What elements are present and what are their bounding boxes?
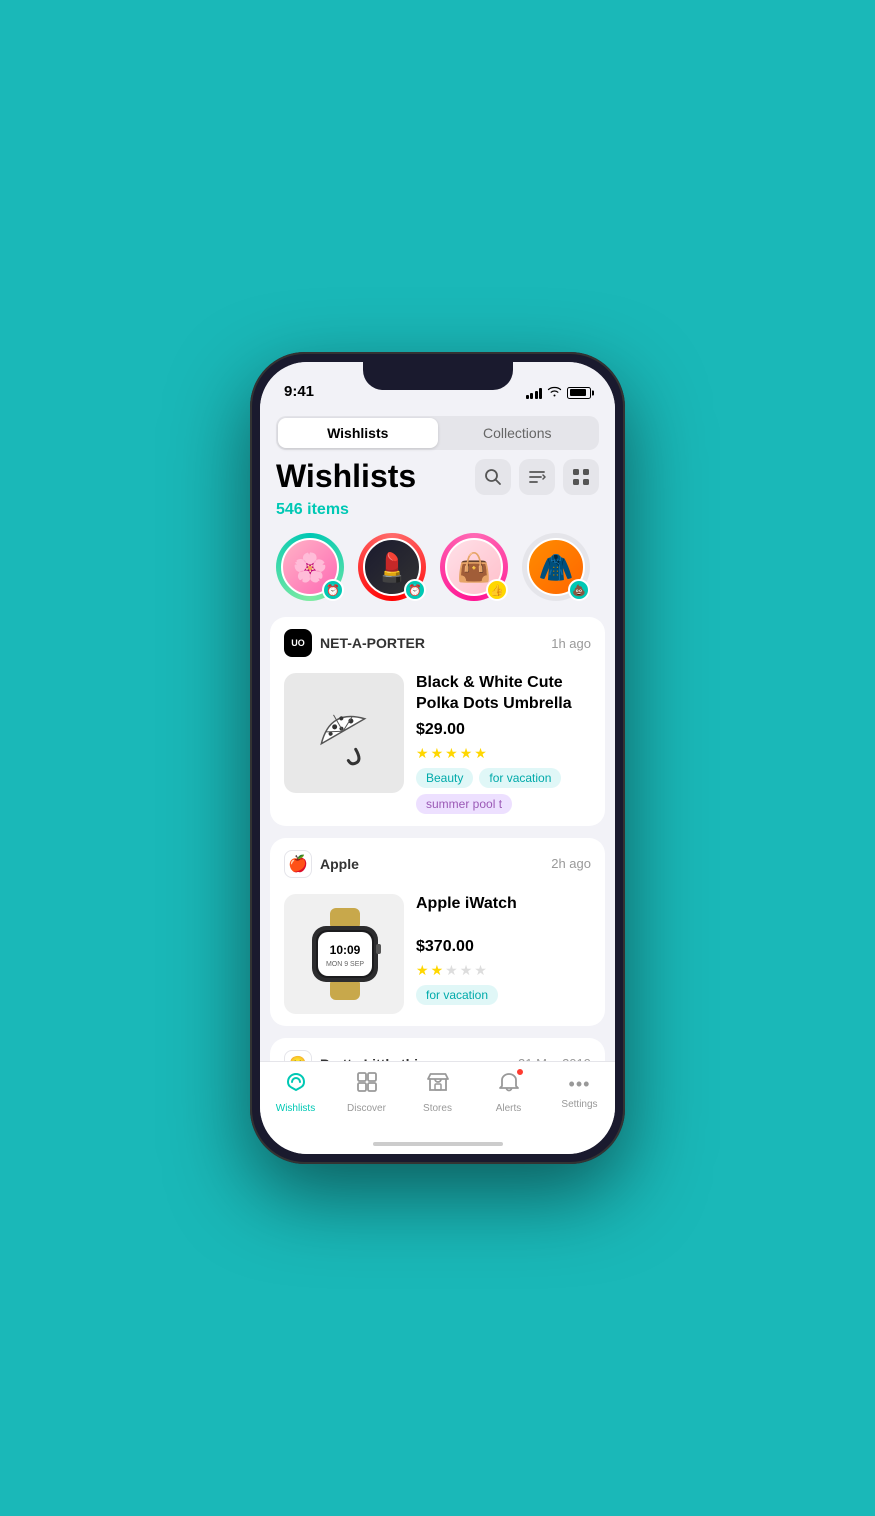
product-details: Black & White Cute Polka Dots Umbrella $… — [416, 673, 591, 814]
nav-item-alerts[interactable]: Alerts — [484, 1070, 534, 1114]
filter-button[interactable] — [519, 459, 555, 495]
tab-wishlists[interactable]: Wishlists — [278, 418, 438, 448]
store-info: 🍎 Apple — [284, 850, 359, 878]
battery-icon — [567, 387, 591, 399]
bottom-nav: Wishlists Discover — [260, 1061, 615, 1134]
story-badge: ⏰ — [404, 579, 426, 601]
store-name: NET-A-PORTER — [320, 635, 425, 651]
product-tags: for vacation — [416, 985, 591, 1005]
stories-row[interactable]: 🌸 ⏰ 💄 ⏰ 👜 👍 — [260, 529, 615, 617]
tab-collections[interactable]: Collections — [438, 418, 598, 448]
nav-label: Wishlists — [276, 1103, 315, 1114]
product-image — [284, 673, 404, 793]
story-item[interactable]: 🧥 💩 — [522, 533, 590, 601]
wifi-icon — [547, 385, 562, 400]
svg-text:10:09: 10:09 — [329, 943, 360, 957]
settings-icon: ••• — [569, 1070, 591, 1096]
story-item[interactable]: 🌸 ⏰ — [276, 533, 344, 601]
product-item[interactable]: 10:09 MON 9 SEP Apple iWatch $370.00 ★ ★ — [270, 886, 605, 1026]
star-rating: ★ ★ ★ ★ ★ — [416, 962, 591, 979]
tag[interactable]: for vacation — [416, 985, 498, 1005]
status-time: 9:41 — [284, 383, 314, 400]
star-rating: ★ ★ ★ ★ ★ — [416, 745, 591, 762]
store-logo: 😊 — [284, 1050, 312, 1061]
stores-icon — [426, 1070, 450, 1100]
store-name: Apple — [320, 856, 359, 872]
store-info: 😊 Pretty Little thing — [284, 1050, 435, 1061]
page-title: Wishlists — [276, 458, 416, 495]
alert-badge — [516, 1068, 524, 1076]
story-badge: 💩 — [568, 579, 590, 601]
segment-control[interactable]: Wishlists Collections — [276, 416, 599, 450]
signal-icon — [526, 387, 543, 399]
section-header: 😊 Pretty Little thing 21 Mar 2019 — [270, 1038, 605, 1061]
product-image: 10:09 MON 9 SEP — [284, 894, 404, 1014]
nav-item-discover[interactable]: Discover — [342, 1070, 392, 1114]
notch — [363, 362, 513, 390]
product-section: 🍎 Apple 2h ago — [270, 838, 605, 1026]
product-price: $29.00 — [416, 721, 591, 739]
section-header: 🍎 Apple 2h ago — [270, 838, 605, 886]
time-ago: 1h ago — [551, 636, 591, 651]
product-price: $370.00 — [416, 938, 591, 956]
section-header: UO NET-A-PORTER 1h ago — [270, 617, 605, 665]
tag[interactable]: for vacation — [479, 768, 561, 788]
story-item[interactable]: 👜 👍 — [440, 533, 508, 601]
story-item[interactable]: 💄 ⏰ — [358, 533, 426, 601]
nav-label: Discover — [347, 1103, 386, 1114]
store-info: UO NET-A-PORTER — [284, 629, 425, 657]
store-logo: UO — [284, 629, 312, 657]
nav-label: Alerts — [496, 1103, 522, 1114]
items-count: 546 items — [260, 501, 615, 529]
time-ago: 2h ago — [551, 856, 591, 871]
product-tags: Beauty for vacation summer pool t — [416, 768, 591, 814]
product-name: Black & White Cute Polka Dots Umbrella — [416, 673, 591, 715]
nav-label: Settings — [561, 1099, 597, 1110]
phone-screen: 9:41 — [260, 362, 615, 1154]
product-details: Apple iWatch $370.00 ★ ★ ★ ★ ★ for vacat… — [416, 894, 591, 1014]
search-button[interactable] — [475, 459, 511, 495]
alerts-icon — [497, 1070, 521, 1100]
product-section: 😊 Pretty Little thing 21 Mar 2019 — [270, 1038, 605, 1061]
store-logo: 🍎 — [284, 850, 312, 878]
tag[interactable]: Beauty — [416, 768, 473, 788]
story-badge: ⏰ — [322, 579, 344, 601]
status-icons — [526, 385, 592, 400]
screen-content[interactable]: Wishlists Collections Wishlists — [260, 406, 615, 1061]
svg-text:MON 9 SEP: MON 9 SEP — [325, 961, 363, 968]
nav-item-wishlists[interactable]: Wishlists — [271, 1070, 321, 1114]
product-name: Apple iWatch — [416, 894, 591, 915]
home-indicator — [260, 1134, 615, 1154]
page-header: Wishlists — [260, 450, 615, 501]
discover-icon — [355, 1070, 379, 1100]
phone-frame: 9:41 — [250, 352, 625, 1164]
wishlists-icon — [284, 1070, 308, 1100]
story-badge: 👍 — [486, 579, 508, 601]
product-section: UO NET-A-PORTER 1h ago — [270, 617, 605, 826]
nav-label: Stores — [423, 1103, 452, 1114]
nav-item-stores[interactable]: Stores — [413, 1070, 463, 1114]
tag[interactable]: summer pool t — [416, 794, 512, 814]
nav-item-settings[interactable]: ••• Settings — [555, 1070, 605, 1114]
product-item[interactable]: Black & White Cute Polka Dots Umbrella $… — [270, 665, 605, 826]
grid-button[interactable] — [563, 459, 599, 495]
header-actions — [475, 459, 599, 495]
